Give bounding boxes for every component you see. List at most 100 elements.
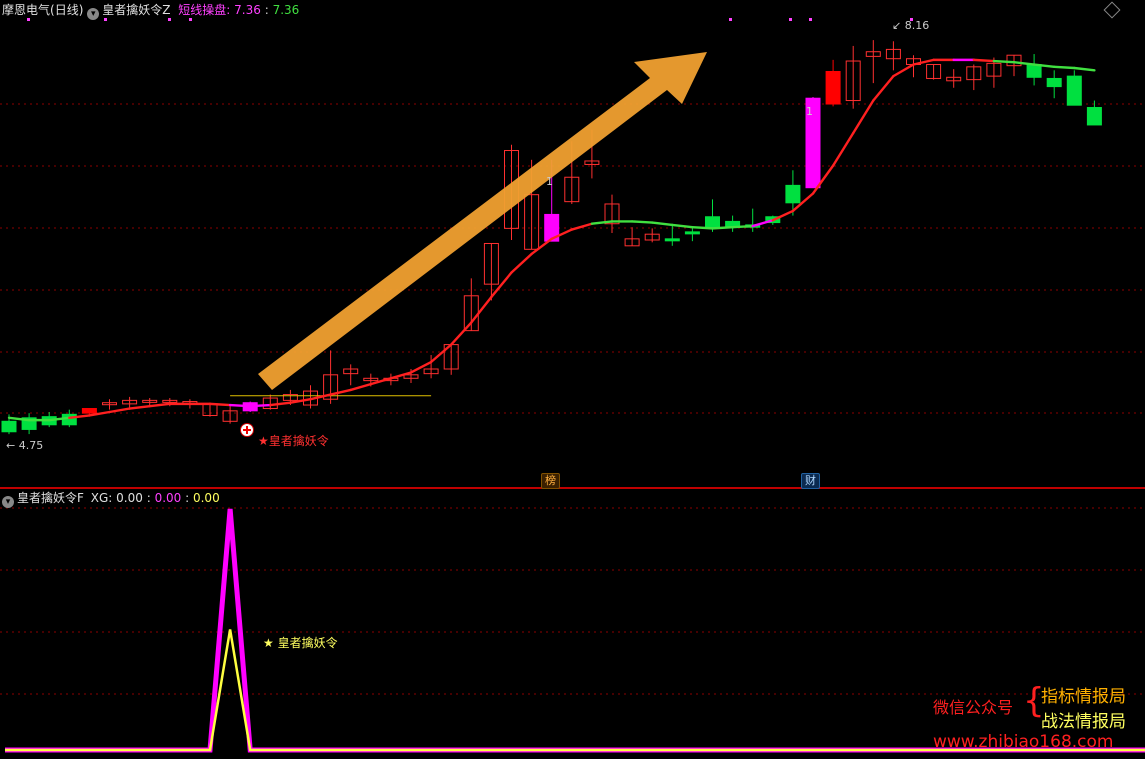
- ma-segment: [912, 58, 935, 66]
- wechat-account-2: 战法情报局: [1041, 712, 1126, 732]
- wechat-account-1: 指标情报局: [1041, 687, 1126, 707]
- candle: [624, 227, 640, 247]
- tag-bang[interactable]: 榜: [541, 473, 560, 489]
- ma-segment: [530, 237, 553, 256]
- candle: [1026, 54, 1042, 86]
- candle: [865, 40, 881, 84]
- candle: [644, 228, 660, 243]
- ma-segment: [429, 343, 453, 364]
- sub-indicator-menu-icon[interactable]: ▾: [2, 496, 14, 508]
- candle: [262, 394, 278, 410]
- ma-segment: [128, 404, 151, 410]
- ma-segment: [651, 221, 674, 227]
- sub-header: ▾ 皇者擒妖令F XG: 0.00 : 0.00 : 0.00: [2, 490, 220, 508]
- indicator-menu-icon[interactable]: ▾: [87, 8, 100, 20]
- sub-value-3: 0.00: [192, 491, 220, 505]
- ma-segment: [630, 220, 654, 224]
- candle: [926, 64, 942, 80]
- candle: [1006, 54, 1022, 77]
- candle: [966, 64, 982, 91]
- ma-segment: [1052, 65, 1076, 70]
- ma-segment: [289, 398, 312, 404]
- xg-value: 0.00: [116, 491, 143, 505]
- limit-up-marker-1: 1: [806, 105, 813, 118]
- limit-up-marker-2: 1: [546, 175, 553, 188]
- ma-segment: [389, 371, 413, 380]
- main-indicator-name[interactable]: 皇者擒妖令Z: [102, 3, 170, 17]
- candle: [845, 45, 861, 109]
- main-header: 摩恩电气(日线) ▾ 皇者擒妖令Z 短线操盘: 7.36 : 7.36: [2, 3, 300, 20]
- candle-body: [81, 408, 97, 414]
- candle-body: [684, 231, 700, 235]
- high-price-label: ↙ 8.16: [892, 19, 930, 32]
- candle: [102, 399, 117, 410]
- candle-body: [1026, 64, 1042, 78]
- sub-indicator-name[interactable]: 皇者擒妖令F: [17, 491, 84, 505]
- signal-dot: [729, 18, 732, 21]
- ma-segment: [972, 58, 996, 63]
- ma-segment: [108, 407, 131, 414]
- signal-dot: [809, 18, 812, 21]
- ma-segment: [711, 226, 734, 230]
- candle-body: [825, 70, 841, 105]
- stock-name: 摩恩电气: [2, 3, 51, 17]
- ma-segment: [349, 382, 372, 392]
- website-url[interactable]: www.zhibiao168.com: [933, 732, 1113, 752]
- candle: [946, 69, 962, 88]
- candle: [1066, 70, 1082, 106]
- ma-segment: [369, 377, 393, 386]
- high-price-value: 8.16: [904, 19, 930, 32]
- candle: [222, 406, 238, 424]
- candle-body: [1066, 75, 1082, 106]
- main-candlestick-chart[interactable]: [0, 0, 1145, 488]
- sub-indicator-chart[interactable]: [0, 489, 1145, 759]
- ma-segment: [450, 321, 473, 346]
- candle: [885, 41, 901, 71]
- candle-body: [1046, 77, 1062, 88]
- ma-segment: [1012, 60, 1036, 66]
- main-value-1: 7.36: [234, 3, 261, 17]
- ma-segment: [570, 222, 594, 231]
- ma-segment: [228, 403, 252, 408]
- ma-segment: [691, 226, 714, 230]
- ma-segment: [771, 209, 795, 222]
- ma-segment: [831, 131, 855, 167]
- signal-dot: [789, 18, 792, 21]
- ma-segment: [852, 99, 875, 135]
- candle: [604, 194, 620, 234]
- candle-body: [1, 420, 17, 433]
- ma-segment: [329, 388, 352, 396]
- period-label: (日线): [50, 3, 84, 17]
- ma-segment: [409, 360, 433, 374]
- wechat-label: 微信公众号: [933, 698, 1014, 717]
- candle: [343, 364, 359, 386]
- ma-segment: [208, 402, 232, 407]
- candle: [142, 398, 158, 406]
- ma-segment: [269, 401, 292, 407]
- candle-body: [705, 216, 720, 229]
- plus-circle-icon[interactable]: [240, 423, 254, 437]
- candle-body: [664, 238, 680, 242]
- ma-segment: [1073, 66, 1096, 72]
- tag-cai[interactable]: 财: [801, 473, 820, 489]
- ma-segment: [892, 63, 915, 78]
- candle-body: [1086, 107, 1102, 126]
- candle: [684, 228, 700, 242]
- low-price-label: ← 4.75: [6, 439, 44, 452]
- candle: [725, 215, 741, 232]
- xg-label: XG: [90, 491, 109, 505]
- ma-segment: [470, 295, 493, 324]
- candle: [21, 413, 37, 435]
- candle: [825, 59, 841, 107]
- ma-segment: [751, 219, 774, 228]
- ma-segment: [510, 252, 533, 274]
- ma-segment: [248, 403, 272, 408]
- signal-label-sub: ★ 皇者擒妖令: [263, 636, 338, 650]
- ma-segment: [872, 74, 895, 102]
- candle: [1046, 70, 1062, 99]
- ma-segment: [490, 271, 513, 299]
- ma-segment: [148, 402, 172, 408]
- sub-value-2: 0.00: [154, 491, 182, 505]
- low-price-value: 4.75: [18, 439, 44, 452]
- signal-label-main: ★皇者擒妖令: [258, 434, 329, 448]
